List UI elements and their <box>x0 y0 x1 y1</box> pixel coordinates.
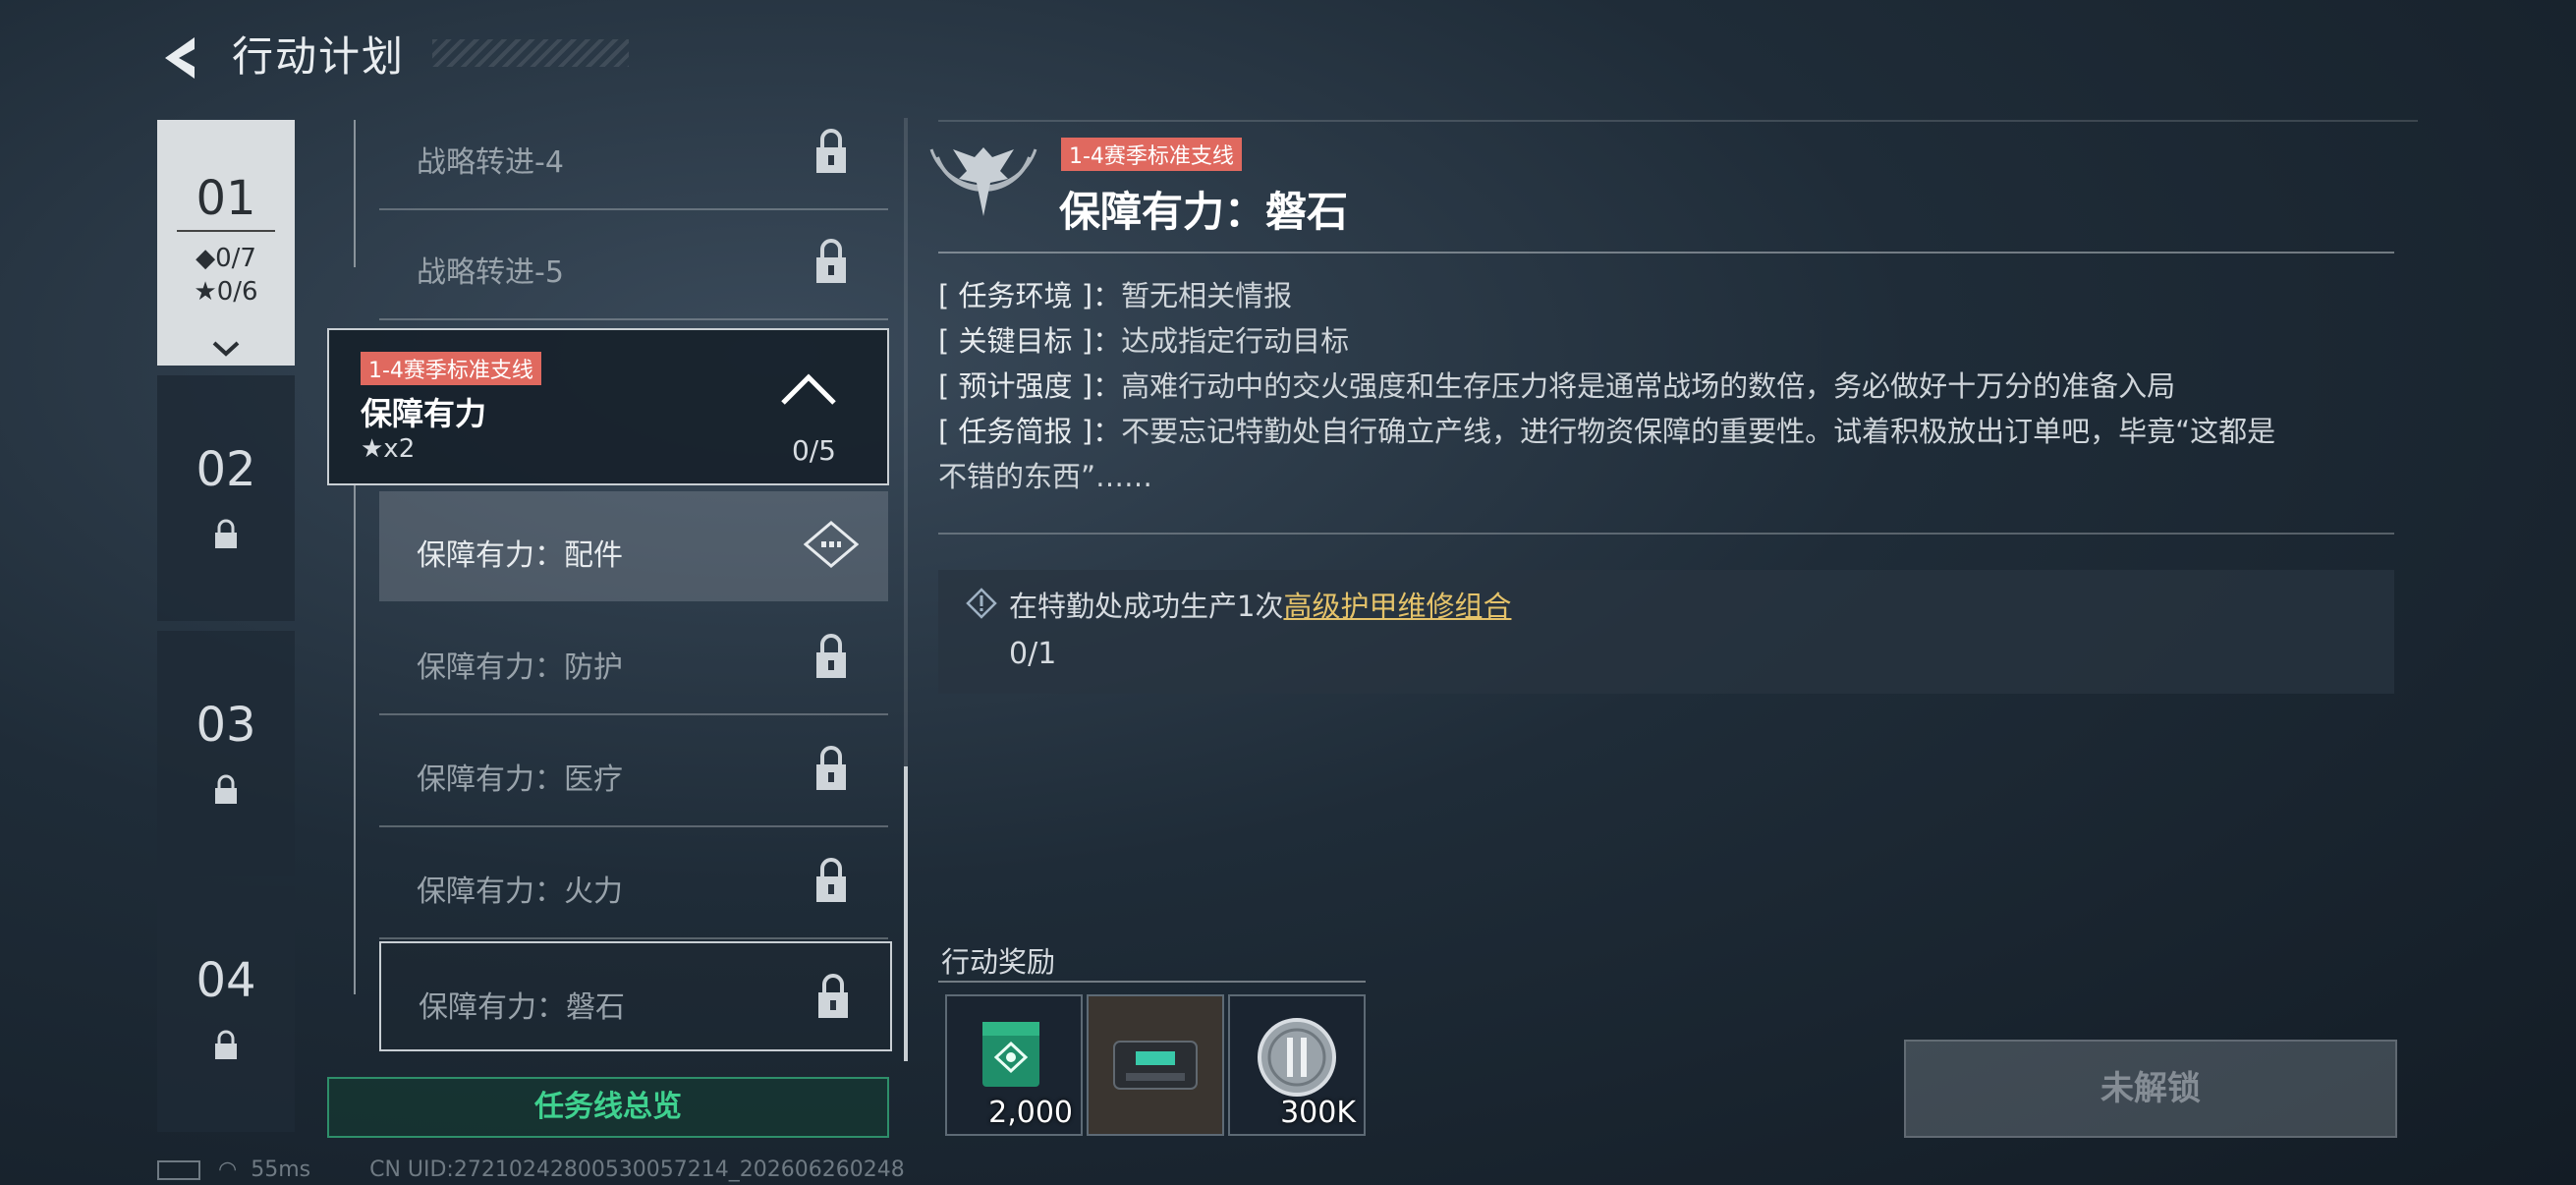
mission-info: [ 任务环境 ]：暂无相关情报 [ 关键目标 ]：达成指定行动目标 [ 预计强度… <box>938 273 2392 499</box>
info-goal: [ 关键目标 ]：达成指定行动目标 <box>938 324 1350 358</box>
rewards-divider <box>938 981 1366 983</box>
list-scrollbar-thumb[interactable] <box>904 766 908 1061</box>
task-label: 保障有力：磐石 <box>419 990 625 1025</box>
lock-icon <box>215 1030 237 1059</box>
info-brief: [ 任务简报 ]：不要忘记特勤处自行确立产线，进行物资保障的重要性。试着积极放出… <box>938 415 2276 448</box>
chapter-star-count: ★0/6 <box>194 277 258 307</box>
ping-value: 55ms <box>251 1157 311 1182</box>
rewards-title: 行动奖励 <box>941 945 1056 979</box>
task-group-header[interactable]: 1-4赛季标准支线 保障有力 ★x2 0/5 <box>327 328 889 485</box>
page-title: 行动计划 <box>232 32 406 81</box>
detail-divider <box>938 533 2394 535</box>
chapter-tab-04[interactable]: 04 <box>157 886 295 1132</box>
chapter-number: 02 <box>196 442 256 497</box>
chevron-down-icon <box>212 341 240 357</box>
lock-icon <box>816 129 846 173</box>
status-bar: ◠ 55ms CN UID:27210242800530057214_2026062… <box>157 1157 905 1182</box>
lock-icon <box>215 519 237 548</box>
wifi-icon: ◠ <box>218 1157 238 1182</box>
tree-connector <box>354 120 356 267</box>
lock-icon <box>215 774 237 804</box>
title-decoration <box>432 39 629 67</box>
chapter-number: 01 <box>196 171 256 226</box>
lock-icon <box>816 239 846 283</box>
task-label: 战略转进-5 <box>417 255 564 290</box>
reward-item[interactable]: 300K <box>1228 994 1366 1136</box>
lock-icon <box>816 634 846 678</box>
chapter-number: 04 <box>196 953 256 1008</box>
armor-repair-kit-icon <box>1113 1041 1198 1090</box>
info-environment: [ 任务环境 ]：暂无相关情报 <box>938 279 1293 312</box>
info-diamond-icon <box>966 588 997 619</box>
info-brief-cont: 不错的东西”…… <box>938 460 1153 493</box>
task-label: 保障有力：配件 <box>417 538 623 573</box>
lock-icon <box>816 858 846 902</box>
chapter-diamond-count: ◆0/7 <box>196 244 256 273</box>
task-row[interactable]: 战略转进-5 <box>379 208 888 320</box>
task-row-current[interactable]: 保障有力：磐石 <box>379 941 892 1051</box>
battery-icon <box>157 1160 200 1180</box>
eagle-emblem-icon <box>929 147 1037 216</box>
objective-item-link[interactable]: 高级护甲维修组合 <box>1283 590 1511 623</box>
reward-item[interactable] <box>1087 994 1224 1136</box>
info-intensity: [ 预计强度 ]：高难行动中的交火强度和生存压力将是通常战场的数倍，务必做好十万… <box>938 369 2176 403</box>
objective-card: 在特勤处成功生产1次高级护甲维修组合 0/1 <box>938 570 2394 694</box>
mission-title: 保障有力：磐石 <box>1059 188 1349 236</box>
task-label: 保障有力：火力 <box>417 875 623 909</box>
objective-text: 在特勤处成功生产1次高级护甲维修组合 <box>1009 590 1512 623</box>
objective-progress: 0/1 <box>1009 637 1057 671</box>
task-label: 战略转进-4 <box>417 145 564 180</box>
mission-overview-button[interactable]: 任务线总览 <box>327 1077 889 1138</box>
coin-icon <box>1258 1018 1336 1097</box>
task-row-selected[interactable]: 保障有力：配件 <box>379 491 888 601</box>
uid-text: CN UID:27210242800530057214_202606260248 <box>369 1157 905 1182</box>
lock-icon <box>816 746 846 790</box>
group-progress: 0/5 <box>791 434 836 467</box>
chapter-tab-01[interactable]: 01 ◆0/7 ★0/6 <box>157 120 295 366</box>
task-row[interactable]: 战略转进-4 <box>379 98 888 210</box>
season-tag: 1-4赛季标准支线 <box>361 352 541 385</box>
season-tag: 1-4赛季标准支线 <box>1061 138 1242 171</box>
task-row[interactable]: 保障有力：火力 <box>379 827 888 939</box>
in-progress-icon <box>804 521 859 568</box>
chapter-tab-02[interactable]: 02 <box>157 375 295 621</box>
reward-amount: 2,000 <box>988 1096 1073 1130</box>
reward-item[interactable]: 2,000 <box>945 994 1083 1136</box>
group-name: 保障有力 <box>361 395 487 432</box>
currency-card-icon <box>982 1022 1039 1087</box>
chapter-tab-03[interactable]: 03 <box>157 631 295 876</box>
reward-amount: 300K <box>1280 1096 1356 1130</box>
unlock-button[interactable]: 未解锁 <box>1904 1040 2397 1138</box>
task-label: 保障有力：防护 <box>417 650 623 685</box>
chapter-divider <box>177 230 275 232</box>
back-arrow-icon[interactable] <box>157 33 206 83</box>
lock-icon <box>818 974 848 1018</box>
tree-connector <box>354 483 356 994</box>
panel-divider <box>938 120 2418 122</box>
task-row[interactable]: 保障有力：医疗 <box>379 715 888 827</box>
task-label: 保障有力：医疗 <box>417 762 623 797</box>
group-stars: ★x2 <box>361 434 416 464</box>
chevron-up-icon[interactable] <box>779 369 838 409</box>
chapter-number: 03 <box>196 698 256 753</box>
detail-divider <box>938 252 2394 254</box>
task-row[interactable]: 保障有力：防护 <box>379 603 888 715</box>
